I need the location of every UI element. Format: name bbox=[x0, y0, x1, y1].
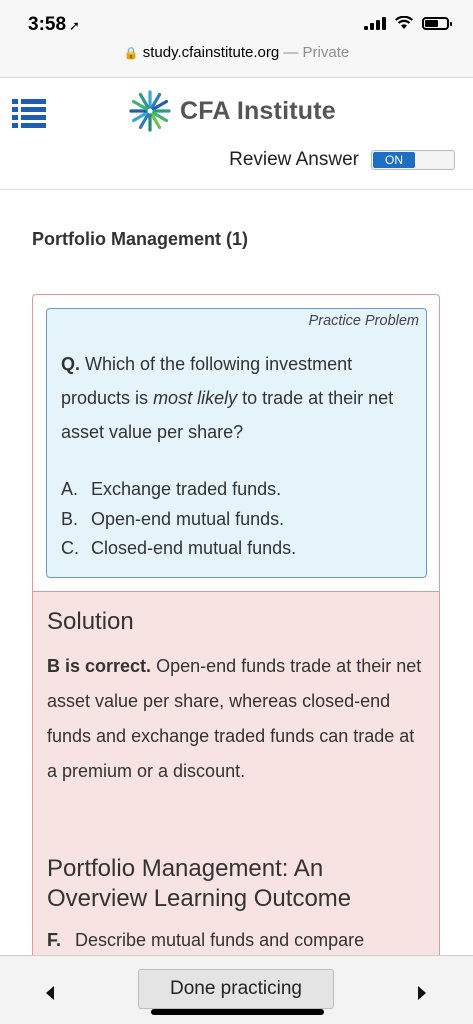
solution-title: Solution bbox=[47, 608, 134, 635]
section-title: Portfolio Management (1) bbox=[32, 229, 249, 249]
status-icons bbox=[364, 16, 452, 30]
answer-option-c[interactable]: C. Closed-end mutual funds. bbox=[61, 534, 296, 564]
done-practicing-button[interactable]: Done practicing bbox=[138, 969, 334, 1009]
question-box: Practice Problem Q. Which of the followi… bbox=[46, 308, 427, 578]
status-time: 3:58 ➚ bbox=[28, 14, 80, 36]
cfa-logo[interactable]: CFA Institute bbox=[128, 89, 336, 133]
review-answer-toggle[interactable]: ON bbox=[371, 150, 455, 170]
toggle-on-label: ON bbox=[373, 152, 415, 168]
review-answer-label: Review Answer bbox=[229, 149, 359, 170]
cellular-signal-icon bbox=[364, 16, 386, 30]
logo-text: CFA Institute bbox=[180, 96, 336, 125]
solution-verdict: B is correct. bbox=[47, 656, 152, 676]
question-text: Q. Which of the following investment pro… bbox=[61, 347, 421, 449]
answer-options: A. Exchange traded funds. B. Open-end mutu… bbox=[61, 475, 296, 564]
battery-icon bbox=[422, 16, 452, 30]
learning-outcome-item: F. Describe mutual funds and compare bbox=[47, 930, 365, 950]
location-arrow-icon: ➚ bbox=[69, 18, 80, 33]
learning-outcome-title: Portfolio Management: An Overview Learni… bbox=[47, 855, 352, 912]
solution-panel: Solution B is correct. Open-end funds tr… bbox=[33, 591, 439, 963]
solution-text: B is correct. Open-end funds trade at th… bbox=[47, 649, 427, 789]
url-separator: — bbox=[283, 44, 299, 61]
answer-option-a[interactable]: A. Exchange traded funds. bbox=[61, 475, 296, 505]
private-mode-label: Private bbox=[302, 44, 350, 61]
site-header: CFA Institute Review Answer ON bbox=[0, 79, 473, 190]
url-text: study.cfainstitute.org bbox=[142, 44, 280, 61]
cfa-globe-icon bbox=[129, 90, 171, 132]
chevron-right-icon[interactable] bbox=[418, 986, 426, 1000]
review-answer-control: Review Answer ON bbox=[229, 149, 455, 171]
clock-text: 3:58 bbox=[28, 14, 67, 35]
status-bar: 3:58 ➚ bbox=[0, 0, 473, 44]
answer-option-b[interactable]: B. Open-end mutual funds. bbox=[61, 505, 296, 535]
home-indicator bbox=[151, 1009, 324, 1015]
wifi-icon bbox=[395, 16, 413, 29]
question-prefix: Q. bbox=[61, 354, 81, 374]
practice-card: Practice Problem Q. Which of the followi… bbox=[32, 294, 440, 964]
question-emphasis: most likely bbox=[153, 388, 238, 408]
chevron-left-icon[interactable] bbox=[46, 986, 54, 1000]
practice-problem-tag: Practice Problem bbox=[308, 313, 419, 329]
lock-icon: 🔒 bbox=[123, 46, 139, 60]
address-bar[interactable]: 🔒 study.cfainstitute.org — Private bbox=[0, 44, 473, 78]
hamburger-menu-icon[interactable] bbox=[12, 99, 46, 129]
